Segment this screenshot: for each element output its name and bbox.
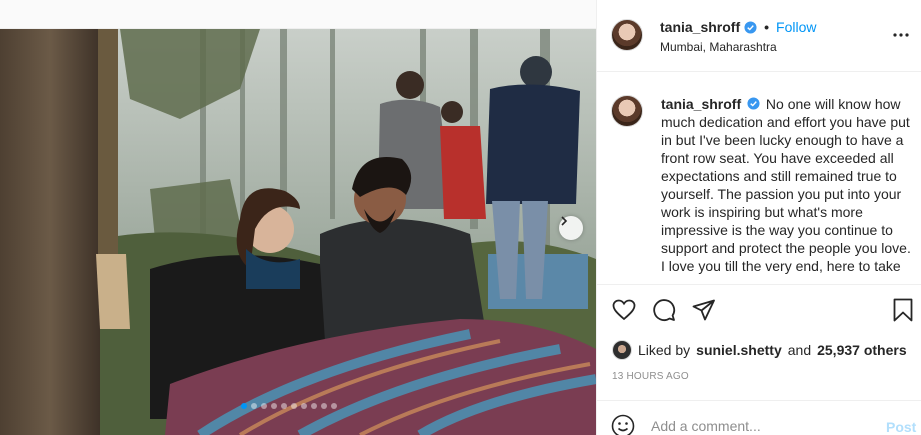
liker-avatar[interactable] xyxy=(612,340,632,360)
carousel-indicator xyxy=(241,403,337,409)
location-link[interactable]: Mumbai, Maharashtra xyxy=(660,40,777,54)
paper-plane-icon xyxy=(692,299,715,321)
photo-illustration xyxy=(0,29,596,435)
likes-prefix: Liked by xyxy=(638,342,691,358)
verified-badge-icon xyxy=(744,20,757,34)
carousel-dot xyxy=(281,403,287,409)
action-bar xyxy=(597,284,921,334)
caption-text-block: tania_shroff No one will know how much d… xyxy=(661,95,913,275)
bookmark-icon xyxy=(893,298,913,322)
chevron-right-icon xyxy=(561,216,568,226)
header-username[interactable]: tania_shroff xyxy=(660,19,740,35)
likes-conjunction: and xyxy=(787,342,812,358)
caption-username[interactable]: tania_shroff xyxy=(661,96,741,112)
post-header: tania_shroff • Follow Mumbai, Maharashtr… xyxy=(597,0,921,72)
carousel-dot xyxy=(261,403,267,409)
header-user-row: tania_shroff • Follow xyxy=(660,19,817,35)
save-button[interactable] xyxy=(890,297,916,323)
carousel-dot xyxy=(271,403,277,409)
carousel-dot xyxy=(241,403,247,409)
smiley-icon[interactable] xyxy=(611,414,635,435)
liker-username[interactable]: suniel.shetty xyxy=(696,342,782,358)
likes-summary: Liked by suniel.shetty and 25,937 others xyxy=(612,340,907,360)
carousel-dot xyxy=(321,403,327,409)
post-details-panel: tania_shroff • Follow Mumbai, Maharashtr… xyxy=(596,0,921,435)
caption-section: tania_shroff No one will know how much d… xyxy=(597,73,921,283)
instagram-post: tania_shroff • Follow Mumbai, Maharashtr… xyxy=(0,0,921,435)
comment-button[interactable] xyxy=(651,297,677,323)
likes-others-link[interactable]: 25,937 others xyxy=(817,342,907,358)
heart-icon xyxy=(612,299,636,321)
comment-box: Post xyxy=(597,400,921,435)
like-button[interactable] xyxy=(611,297,637,323)
more-options-button[interactable] xyxy=(891,25,911,45)
follow-button[interactable]: Follow xyxy=(776,19,816,35)
next-slide-button[interactable] xyxy=(559,216,583,240)
header-separator: • xyxy=(764,19,770,35)
comment-input[interactable] xyxy=(651,411,871,435)
carousel-dot xyxy=(301,403,307,409)
comment-bubble-icon xyxy=(653,299,676,321)
more-options-icon xyxy=(893,33,909,37)
carousel-dot xyxy=(251,403,257,409)
carousel-dot xyxy=(291,403,297,409)
caption-body: No one will know how much dedication and… xyxy=(661,96,911,274)
post-comment-button[interactable]: Post xyxy=(886,419,916,435)
top-strip xyxy=(0,0,596,29)
carousel-dot xyxy=(331,403,337,409)
post-timestamp[interactable]: 13 HOURS AGO xyxy=(612,371,689,382)
verified-badge-icon xyxy=(747,97,760,110)
share-button[interactable] xyxy=(691,297,717,323)
post-photo[interactable] xyxy=(0,29,596,435)
caption-avatar[interactable] xyxy=(611,95,643,127)
carousel-dot xyxy=(311,403,317,409)
avatar[interactable] xyxy=(611,19,643,51)
